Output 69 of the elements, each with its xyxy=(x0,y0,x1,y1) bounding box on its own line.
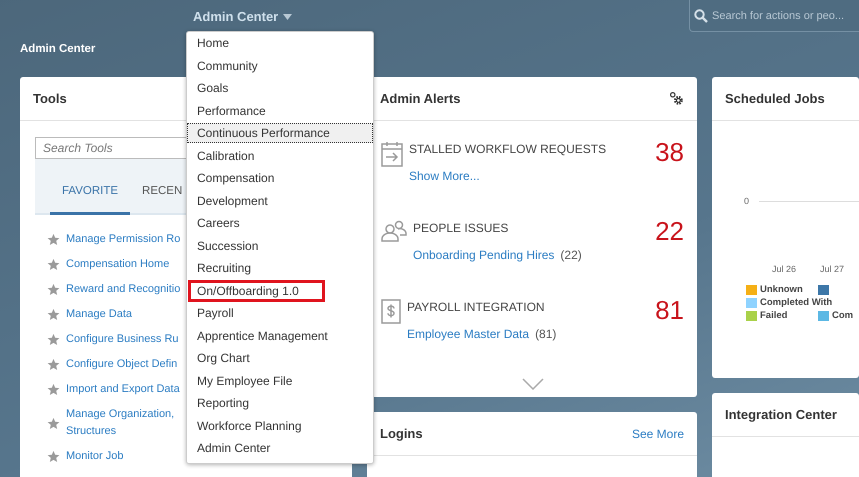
menu-item[interactable]: Recruiting xyxy=(187,258,262,278)
star-icon[interactable] xyxy=(47,308,60,321)
legend-label: Completed With xyxy=(760,297,832,308)
tool-link[interactable]: Import and Export Data xyxy=(66,381,180,398)
tool-link[interactable]: Manage Permission Ro xyxy=(66,231,180,248)
legend-label: Com xyxy=(832,310,854,321)
alert-title: PAYROLL INTEGRATION xyxy=(407,300,545,314)
star-icon[interactable] xyxy=(47,283,60,296)
star-icon[interactable] xyxy=(47,416,60,430)
page-title: Admin Center xyxy=(20,43,96,57)
tool-link[interactable]: Compensation Home xyxy=(66,256,170,273)
menu-item[interactable]: Performance xyxy=(187,100,276,121)
menu-item[interactable]: Org Chart xyxy=(187,348,260,368)
menu-item[interactable]: Workforce Planning xyxy=(187,416,312,436)
tool-link[interactable]: Reward and Recognitio xyxy=(66,281,180,298)
tool-link[interactable]: Manage Data xyxy=(66,306,132,323)
alert-count: 22 xyxy=(655,218,684,244)
menu-item[interactable]: Continuous Performance xyxy=(187,123,373,144)
chevron-down-icon[interactable] xyxy=(522,378,544,390)
tool-link[interactable]: Manage Organization, Structures xyxy=(66,406,174,440)
menu-item[interactable]: On/Offboarding 1.0 xyxy=(188,280,325,302)
alert-link[interactable]: Onboarding Pending Hires xyxy=(413,248,554,262)
star-icon[interactable] xyxy=(47,450,60,463)
card-title: Tools xyxy=(33,91,67,106)
alert-count: 38 xyxy=(655,139,684,165)
legend-label: Unknown xyxy=(760,284,803,295)
tool-link[interactable]: Monitor Job xyxy=(66,448,124,465)
axis-tick-label: Jul 26 xyxy=(772,264,796,274)
see-more-link[interactable]: See More xyxy=(632,426,684,440)
menu-item[interactable]: Careers xyxy=(187,213,250,234)
card-title: Scheduled Jobs xyxy=(725,91,825,106)
card-title: Logins xyxy=(380,426,423,441)
menu-item[interactable]: Admin Center xyxy=(187,438,280,458)
alert-link-count: (22) xyxy=(560,248,582,262)
menu-item[interactable]: Succession xyxy=(187,236,268,256)
alert-link[interactable]: Show More... xyxy=(409,169,480,183)
calendar-icon xyxy=(381,141,403,167)
menu-title[interactable]: Admin Center xyxy=(193,9,292,24)
dollar-icon xyxy=(381,299,401,324)
menu-item[interactable]: My Employee File xyxy=(187,370,302,391)
tab[interactable]: FAVORITE xyxy=(50,185,130,215)
menu-item[interactable]: Reporting xyxy=(187,393,260,414)
legend-label: Failed xyxy=(760,310,788,321)
star-icon[interactable] xyxy=(47,233,60,246)
alert-title: PEOPLE ISSUES xyxy=(413,221,508,235)
alert-link[interactable]: Employee Master Data xyxy=(407,327,530,341)
menu-item[interactable]: Apprentice Management xyxy=(187,326,338,346)
menu-item[interactable]: Payroll xyxy=(187,303,244,324)
card-title: Integration Center xyxy=(725,407,837,422)
star-icon[interactable] xyxy=(47,333,60,346)
alert-link-count: (81) xyxy=(535,327,556,341)
search-field[interactable]: Search for actions or peo... xyxy=(689,0,859,32)
star-icon[interactable] xyxy=(47,258,60,271)
axis-tick-label: Jul 27 xyxy=(820,264,844,274)
people-icon xyxy=(381,220,407,242)
alert-count: 81 xyxy=(655,297,684,323)
search-icon xyxy=(694,9,708,23)
tool-link[interactable]: Configure Business Ru xyxy=(66,331,179,348)
axis-tick-label: 0 xyxy=(744,196,750,206)
menu-item[interactable]: Goals xyxy=(187,78,238,98)
menu-item[interactable]: Home xyxy=(187,33,240,54)
menu-item[interactable]: Community xyxy=(187,56,268,76)
caret-icon xyxy=(283,14,292,20)
star-icon[interactable] xyxy=(47,358,60,371)
star-icon[interactable] xyxy=(47,383,60,396)
alert-title: STALLED WORKFLOW REQUESTS xyxy=(409,142,606,156)
settings-icon[interactable] xyxy=(669,91,684,106)
card-title: Admin Alerts xyxy=(380,91,460,106)
tool-link[interactable]: Configure Object Defin xyxy=(66,356,178,373)
